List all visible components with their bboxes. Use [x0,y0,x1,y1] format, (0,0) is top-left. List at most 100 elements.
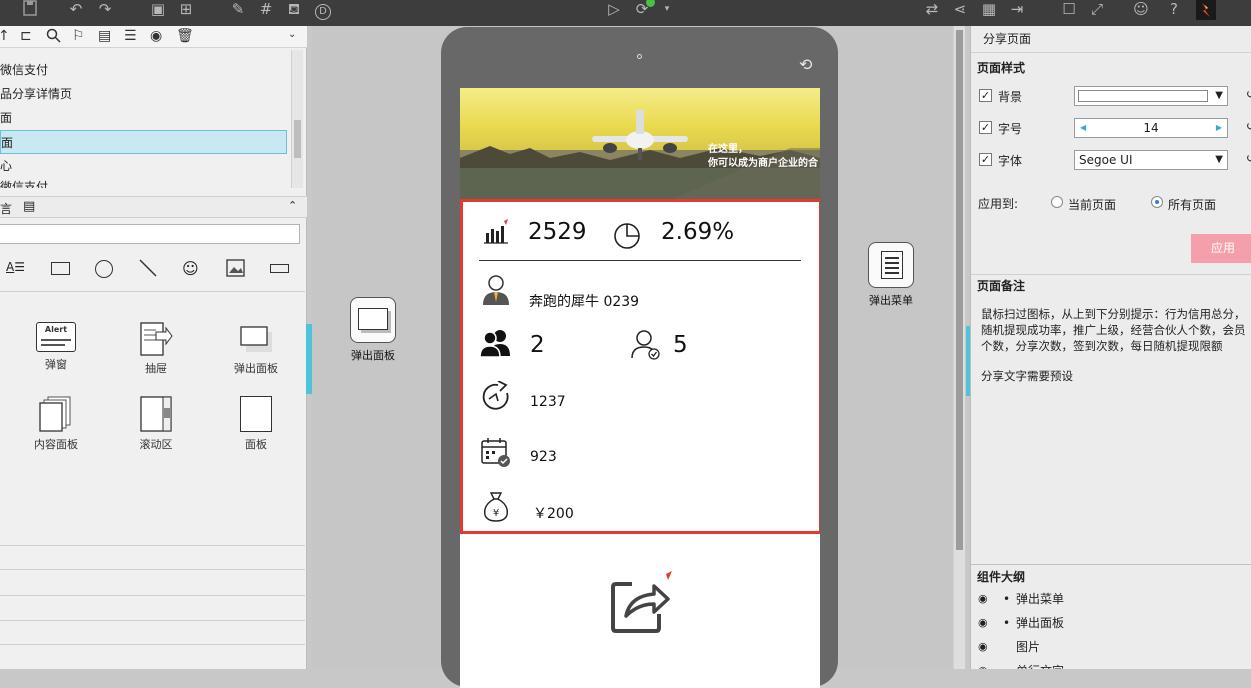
increment-icon[interactable]: ▶ [1216,119,1222,137]
page-item-selected[interactable]: 面 [0,130,287,154]
help-icon[interactable]: ? [1164,0,1184,18]
outline-item[interactable]: ◉ • 弹出菜单 [971,587,1251,611]
canvas-scrollbar[interactable] [953,26,965,669]
banner-text-1: 在这里， [708,144,748,155]
align-icon[interactable]: ⇄ [922,0,942,18]
redo-icon[interactable]: ↷ [95,0,115,18]
circle-shape-icon[interactable] [95,260,113,278]
paint-bucket-icon[interactable]: ⛾ [284,0,304,18]
reset-icon[interactable]: ↺ [1246,87,1251,101]
calendar-check-icon[interactable] [480,437,512,472]
outline-item[interactable]: ◉ 单行文字 [971,659,1251,669]
all-pages-radio[interactable] [1151,196,1163,208]
trash-icon[interactable]: 🗑 [176,28,194,44]
outline-item[interactable]: ◉ • 弹出面板 [971,611,1251,635]
superior-icon[interactable] [479,328,512,361]
share-icon[interactable]: ⋖ [950,0,970,18]
eye-icon[interactable]: ◉ [978,635,988,659]
widget-drawer[interactable]: 抽屉 [116,322,196,376]
page-item-wechat-pay[interactable]: 微信支付 [0,58,287,82]
canvas-scroll-thumb[interactable] [956,30,963,550]
widget-popup-panel[interactable]: 弹出面板 [216,322,296,376]
popup-panel-button[interactable] [350,297,396,343]
popup-menu-button[interactable] [868,242,914,288]
font-family-select[interactable]: Segoe UI ▼ [1074,150,1228,170]
font-size-stepper[interactable]: ◀ 14 ▶ [1074,118,1228,138]
collapse-icon[interactable]: ⌄ [288,29,296,40]
eye-icon[interactable]: ◉ [150,28,162,44]
undo-icon[interactable]: ↶ [66,0,86,18]
smiley-icon[interactable]: ☺ [182,259,199,278]
current-page-radio[interactable] [1051,196,1063,208]
window-icon[interactable]: ☐ [1059,0,1079,18]
rotate-icon[interactable]: ⟲ [799,55,812,74]
bar-chart-icon[interactable] [482,219,510,248]
page-item-partial[interactable] [0,46,287,58]
arrow-up-icon[interactable]: ↑ [0,28,10,44]
eye-icon[interactable]: ◉ [978,587,988,611]
line-shape-icon[interactable] [138,258,158,281]
bg-color-select[interactable]: ▼ [1074,86,1228,106]
divider [0,569,305,570]
dropdown-icon[interactable]: ▾ [657,0,677,18]
rectangle-shape-icon[interactable] [51,262,70,275]
design-canvas[interactable]: ⟲ 在这里， 你可以成为商户企业的合 2529 2.69% 奔跑的犀牛 0239… [312,26,952,688]
bg-checkbox[interactable]: ✓ [979,89,992,102]
user-icon[interactable]: ☺ [1131,0,1151,18]
widget-scroll-area[interactable]: 滚动区 [116,396,196,452]
list-icon[interactable]: ☰ [124,28,137,44]
panel-icon [240,396,272,432]
pages-scrollbar[interactable] [291,50,303,188]
eye-icon[interactable]: ◉ [978,611,988,635]
font-family-checkbox[interactable]: ✓ [979,153,992,166]
pie-chart-icon[interactable] [612,221,642,254]
divider [971,564,1251,565]
decrement-icon[interactable]: ◀ [1080,119,1086,137]
d-badge-icon[interactable]: D [313,0,333,20]
font-size-checkbox[interactable]: ✓ [979,121,992,134]
save-icon[interactable] [20,0,40,18]
flag-icon[interactable]: ⚐ [72,28,85,44]
page-item-5[interactable]: 心 [0,154,287,178]
components-icon[interactable]: ⊞ [176,0,196,18]
grid-icon[interactable]: # [256,0,276,18]
qr-icon[interactable]: ▦ [979,0,999,18]
widget-modal[interactable]: Alert 弹窗 [16,322,96,372]
widget-panel[interactable]: 面板 [216,396,296,452]
input-shape-icon[interactable] [270,264,289,273]
reset-icon[interactable]: ↺ [1246,119,1251,133]
widget-content-panel[interactable]: 内容面板 [16,396,96,452]
money-bag-icon[interactable]: ¥ [481,491,511,526]
outline-item[interactable]: ◉ 图片 [971,635,1251,659]
image-shape-icon[interactable] [226,259,245,280]
share-count-icon[interactable] [480,380,512,416]
reset-icon[interactable]: ↺ [1246,151,1251,165]
export-icon[interactable]: ⇥ [1007,0,1027,18]
page-item-3[interactable]: 面 [0,106,287,130]
apply-button[interactable]: 应用 [1191,234,1251,263]
drawer-icon [138,322,174,356]
doc-icon[interactable]: ▤ [98,28,111,44]
page-item-6[interactable]: 微信支付 [0,178,287,188]
brush-icon[interactable]: ✎ [228,0,248,18]
text-shape-icon[interactable]: A☰ [6,260,25,274]
play-icon[interactable]: ▷ [604,0,624,18]
fullscreen-icon[interactable]: ⤢ [1087,0,1107,18]
library-search-input[interactable] [0,224,300,244]
app-logo-icon[interactable] [1196,0,1216,20]
page-notes[interactable]: 鼠标扫过图标，从上到下分别提示：行为信用总分， 随机提现成功率，推广上级，经营合… [981,306,1251,384]
tree-icon[interactable]: ⊏ [20,28,32,44]
page-icon[interactable]: ▣ [148,0,168,18]
svg-text:¥: ¥ [493,508,499,519]
pages-scroll-thumb[interactable] [294,120,301,158]
library-menu-icon[interactable]: ▤ [23,199,35,214]
partner-icon[interactable] [630,329,662,364]
share-icon[interactable] [610,568,676,637]
color-swatch [1078,90,1208,102]
eye-icon[interactable]: ◉ [978,659,988,669]
search-icon[interactable] [46,28,61,47]
widget-label: 弹出面板 [234,362,278,375]
style-section-title: 页面样式 [977,61,1026,75]
expand-icon[interactable]: ⌃ [288,199,297,212]
page-item-share-detail[interactable]: 品分享详情页 [0,82,287,106]
